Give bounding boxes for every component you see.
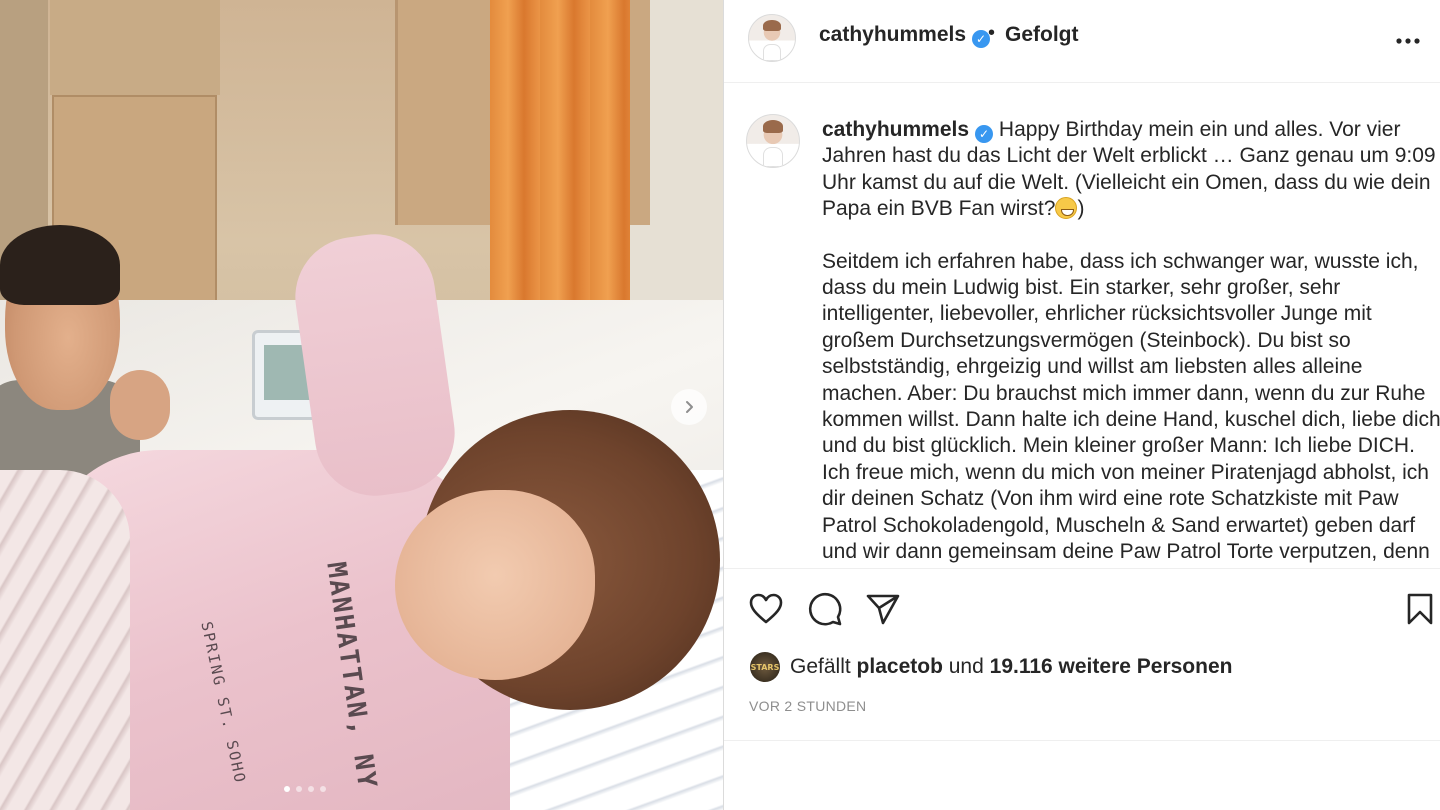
curtain (490, 0, 630, 330)
verified-badge-icon: ✓ (975, 125, 994, 143)
grinning-sweat-emoji-icon (1055, 197, 1078, 220)
comment-icon (808, 592, 842, 626)
next-image-button[interactable] (671, 389, 707, 425)
avatar-body (762, 43, 782, 61)
share-button[interactable] (865, 591, 901, 627)
caption-text-part: ) (1077, 197, 1085, 221)
avatar-hair (762, 120, 784, 134)
username-link[interactable]: cathyhummels ✓ (819, 23, 991, 48)
likes-count-link[interactable]: 19.116 weitere Personen (990, 655, 1233, 679)
carousel-dot (284, 786, 290, 792)
avatar-body (762, 147, 784, 167)
likes-summary: STARS Gefällt placetob und 19.116 weiter… (750, 652, 1232, 682)
avatar-hair (762, 19, 782, 32)
comment-button[interactable] (807, 591, 843, 627)
post-image[interactable]: SPRING ST. SOHO MANHATTAN, NY (0, 0, 723, 810)
caption-section: cathyhummels ✓ Happy Birthday mein ein un… (724, 84, 1440, 568)
avatar[interactable] (746, 114, 800, 168)
action-bar (724, 568, 1440, 648)
like-button[interactable] (748, 591, 784, 627)
follow-status-button[interactable]: Gefolgt (1005, 23, 1079, 47)
comment-area (724, 740, 1440, 810)
post-header: cathyhummels ✓ • Gefolgt (724, 0, 1440, 83)
carousel-dot (308, 786, 314, 792)
caption-paragraph: cathyhummels ✓ Happy Birthday mein ein un… (822, 117, 1440, 223)
likes-middle: und (948, 655, 984, 678)
post-details-panel: cathyhummels ✓ • Gefolgt cathyhummels ✓ Ha… (723, 0, 1440, 810)
bookmark-icon (1407, 593, 1433, 625)
liker-avatar[interactable]: STARS (750, 652, 780, 682)
avatar[interactable] (748, 14, 796, 62)
man-hair (0, 225, 120, 305)
carousel-dot (296, 786, 302, 792)
username-text: cathyhummels (819, 23, 967, 46)
liker-username-link[interactable]: placetob (857, 655, 943, 679)
carousel-dot (320, 786, 326, 792)
paper-plane-icon (866, 594, 900, 625)
save-button[interactable] (1402, 591, 1438, 627)
caption-paragraph: Seitdem ich erfahren habe, dass ich schw… (822, 249, 1440, 568)
caption-username-link[interactable]: cathyhummels (822, 118, 969, 141)
chevron-right-icon (686, 401, 693, 413)
likes-prefix: Gefällt (790, 655, 851, 678)
woman-face (395, 490, 595, 680)
caption-text: cathyhummels ✓ Happy Birthday mein ein un… (822, 117, 1440, 568)
man-hand (110, 370, 170, 440)
blanket (0, 470, 130, 810)
post-timestamp[interactable]: VOR 2 STUNDEN (749, 698, 866, 714)
more-horizontal-icon (1396, 38, 1420, 44)
separator-dot: • (988, 22, 996, 44)
more-options-button[interactable] (1396, 25, 1420, 45)
wall-panel (50, 0, 220, 95)
carousel-indicator (284, 786, 326, 792)
heart-icon (749, 593, 783, 624)
